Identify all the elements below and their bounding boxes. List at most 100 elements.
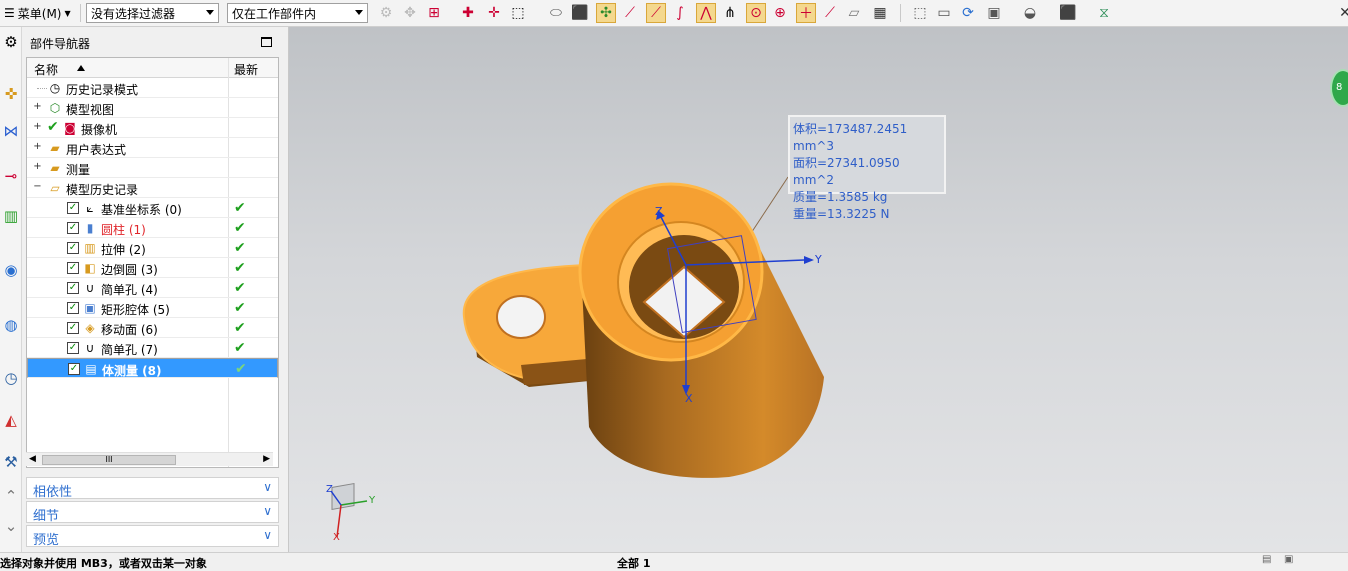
expand-icon[interactable]: + bbox=[33, 122, 42, 132]
assembly-navigator-icon[interactable]: ✜ bbox=[1, 83, 21, 105]
scroll-left-icon[interactable]: ◀ bbox=[29, 454, 36, 464]
column-header-latest[interactable]: 最新 bbox=[234, 61, 258, 78]
line-snap-icon[interactable]: ⟋ bbox=[620, 3, 640, 23]
feature-checkbox[interactable]: ✓ bbox=[67, 302, 79, 314]
feature-checkbox[interactable]: ✓ bbox=[67, 342, 79, 354]
status-icon[interactable]: ▤ bbox=[1262, 554, 1271, 565]
tree-row-model-views[interactable]: + ⬡ 模型视图 bbox=[27, 98, 278, 118]
column-header-name[interactable]: 名称 bbox=[34, 61, 58, 78]
intersection-snap-icon[interactable]: ⋔ bbox=[720, 3, 740, 23]
expand-arrow-icon[interactable]: ⌄ bbox=[1, 515, 21, 537]
render-style-icon[interactable]: ◒ bbox=[1020, 3, 1040, 23]
part-body[interactable] bbox=[578, 182, 824, 478]
tree-row-feature[interactable]: ✓ ∪ 简单孔 (4) ✔ bbox=[27, 278, 278, 298]
tree-row-feature[interactable]: ✓ ◧ 边倒圆 (3) ✔ bbox=[27, 258, 278, 278]
close-icon[interactable]: ✕ bbox=[1335, 3, 1348, 23]
feature-checkbox[interactable]: ✓ bbox=[67, 222, 79, 234]
quadrant-snap-icon[interactable]: ⊕ bbox=[770, 3, 790, 23]
model-view-icon: ⬡ bbox=[49, 101, 61, 115]
tree-row-feature[interactable]: ✓ ∪ 简单孔 (7) ✔ bbox=[27, 338, 278, 358]
tree-row-history-mode[interactable]: ◷ 历史记录模式 bbox=[27, 78, 278, 98]
tree-row-feature[interactable]: ✓ ⟀ 基准坐标系 (0) ✔ bbox=[27, 198, 278, 218]
body-select-icon[interactable]: ⬛ bbox=[570, 3, 590, 23]
selection-filter-dropdown[interactable]: 没有选择过滤器 bbox=[86, 3, 219, 23]
selection-scope-dropdown[interactable]: 仅在工作部件内 bbox=[227, 3, 368, 23]
midpoint-snap-icon[interactable]: ⟋ bbox=[646, 3, 666, 23]
part-navigator-icon[interactable]: ⊸ bbox=[1, 165, 21, 187]
feature-checkbox[interactable]: ✓ bbox=[67, 322, 79, 334]
chevron-down-icon[interactable]: ∨ bbox=[263, 480, 272, 494]
chevron-down-icon[interactable]: ∨ bbox=[263, 504, 272, 518]
point-on-face-icon[interactable]: ⟋ bbox=[820, 3, 840, 23]
fit-view-icon[interactable]: ⬚ bbox=[910, 3, 930, 23]
grid-icon[interactable]: ▦ bbox=[870, 3, 890, 23]
reuse-library-icon[interactable]: ▥ bbox=[1, 205, 21, 227]
drag-select-icon[interactable]: ✛ bbox=[484, 3, 504, 23]
point-on-curve-icon[interactable]: ＋ bbox=[796, 3, 816, 23]
menu-button[interactable]: ☰ 菜单(M) ▼ bbox=[0, 2, 76, 24]
tree-row-feature[interactable]: ✓ ▣ 矩形腔体 (5) ✔ bbox=[27, 298, 278, 318]
measurement-info-box[interactable]: 体积=173487.2451 mm^3 面积=27341.0950 mm^2 质… bbox=[788, 115, 946, 221]
follow-point-icon[interactable]: ✚ bbox=[458, 3, 478, 23]
tree-row-feature[interactable]: ✓ ▮ 圆柱 (1) ✔ bbox=[27, 218, 278, 238]
control-point-snap-icon[interactable]: ⋀ bbox=[696, 3, 716, 23]
history-icon[interactable]: ◍ bbox=[1, 314, 21, 336]
feature-checkbox[interactable]: ✓ bbox=[67, 242, 79, 254]
clock-icon[interactable]: ◷ bbox=[1, 367, 21, 389]
surface-select-icon[interactable]: ⬭ bbox=[546, 3, 566, 23]
roles-icon[interactable]: ⚒ bbox=[1, 451, 21, 473]
rotate-icon[interactable]: ⟳ bbox=[958, 3, 978, 23]
edit-section-icon[interactable]: ⬛ bbox=[1058, 3, 1078, 23]
tree-row-cameras[interactable]: + ✔ ◙ 摄像机 bbox=[27, 118, 278, 138]
graphics-window[interactable]: Y X Z Y X Z 体积=173487.2451 mm^3 面积=27341… bbox=[289, 27, 1348, 552]
center-snap-icon[interactable]: ⊙ bbox=[746, 3, 766, 23]
feature-checkbox[interactable]: ✓ bbox=[67, 262, 79, 274]
extrude-icon: ▥ bbox=[84, 241, 96, 255]
restore-window-icon[interactable] bbox=[261, 37, 272, 47]
model-canvas[interactable]: Y X Z Y X Z bbox=[289, 27, 1348, 552]
details-panel[interactable]: 细节 ∨ bbox=[26, 501, 279, 524]
feature-checkbox[interactable]: ✓ bbox=[67, 282, 79, 294]
up-to-date-check-icon: ✔ bbox=[234, 320, 246, 336]
folder-icon: ▰ bbox=[50, 161, 60, 175]
chevron-down-icon[interactable]: ∨ bbox=[263, 528, 272, 542]
rectangle-select-icon[interactable]: ⬚ bbox=[508, 3, 528, 23]
view-triad[interactable]: Y X Z bbox=[326, 482, 376, 543]
expand-icon[interactable]: + bbox=[33, 102, 42, 112]
scroll-thumb[interactable]: III bbox=[42, 455, 176, 465]
snap-point-icon[interactable]: ✥ bbox=[400, 3, 420, 23]
feature-checkbox[interactable]: ✓ bbox=[67, 202, 79, 214]
horizontal-scrollbar[interactable]: ◀ III ▶ bbox=[26, 452, 273, 466]
tree-row-feature-selected[interactable]: ✓ ▤ 体测量 (8) ✔ bbox=[27, 358, 278, 378]
tree-row-measurements[interactable]: + ▰ 测量 bbox=[27, 158, 278, 178]
tree-row-feature[interactable]: ✓ ▥ 拉伸 (2) ✔ bbox=[27, 238, 278, 258]
sort-ascending-icon[interactable] bbox=[77, 65, 85, 71]
tree-row-feature[interactable]: ✓ ◈ 移动面 (6) ✔ bbox=[27, 318, 278, 338]
scroll-right-icon[interactable]: ▶ bbox=[263, 454, 270, 464]
status-window-icon[interactable]: ▣ bbox=[1284, 554, 1293, 565]
expand-icon[interactable]: + bbox=[33, 142, 42, 152]
curve-snap-icon[interactable]: ∫ bbox=[670, 3, 690, 23]
web-browser-icon[interactable]: ◉ bbox=[1, 259, 21, 281]
axis-x-label: X bbox=[685, 392, 693, 405]
zoom-icon[interactable]: ▭ bbox=[934, 3, 954, 23]
snap-assembly-icon[interactable]: ⚙ bbox=[376, 3, 396, 23]
area-value: 面积=27341.0950 mm^2 bbox=[793, 156, 900, 187]
endpoint-snap-icon[interactable]: ✣ bbox=[596, 3, 616, 23]
orient-view-icon[interactable]: ▣ bbox=[984, 3, 1004, 23]
collapse-arrow-icon[interactable]: ⌃ bbox=[1, 485, 21, 507]
preview-panel[interactable]: 预览 ∨ bbox=[26, 525, 279, 548]
feature-checkbox[interactable]: ✓ bbox=[68, 363, 80, 375]
dependencies-panel[interactable]: 相依性 ∨ bbox=[26, 477, 279, 500]
visual-palette-icon[interactable]: ◭ bbox=[1, 409, 21, 431]
constraint-navigator-icon[interactable]: ⋈ bbox=[1, 120, 21, 142]
tree-row-user-expressions[interactable]: + ▰ 用户表达式 bbox=[27, 138, 278, 158]
expand-icon[interactable]: + bbox=[33, 162, 42, 172]
measure-body-icon: ▤ bbox=[85, 362, 97, 376]
bounded-point-icon[interactable]: ▱ bbox=[844, 3, 864, 23]
gear-icon[interactable]: ⚙ bbox=[1, 31, 21, 53]
show-hide-icon[interactable]: ⧖ bbox=[1094, 3, 1114, 23]
collapse-icon[interactable]: − bbox=[33, 182, 42, 192]
add-point-icon[interactable]: ⊞ bbox=[424, 3, 444, 23]
tree-row-model-history[interactable]: − ▱ 模型历史记录 bbox=[27, 178, 278, 198]
